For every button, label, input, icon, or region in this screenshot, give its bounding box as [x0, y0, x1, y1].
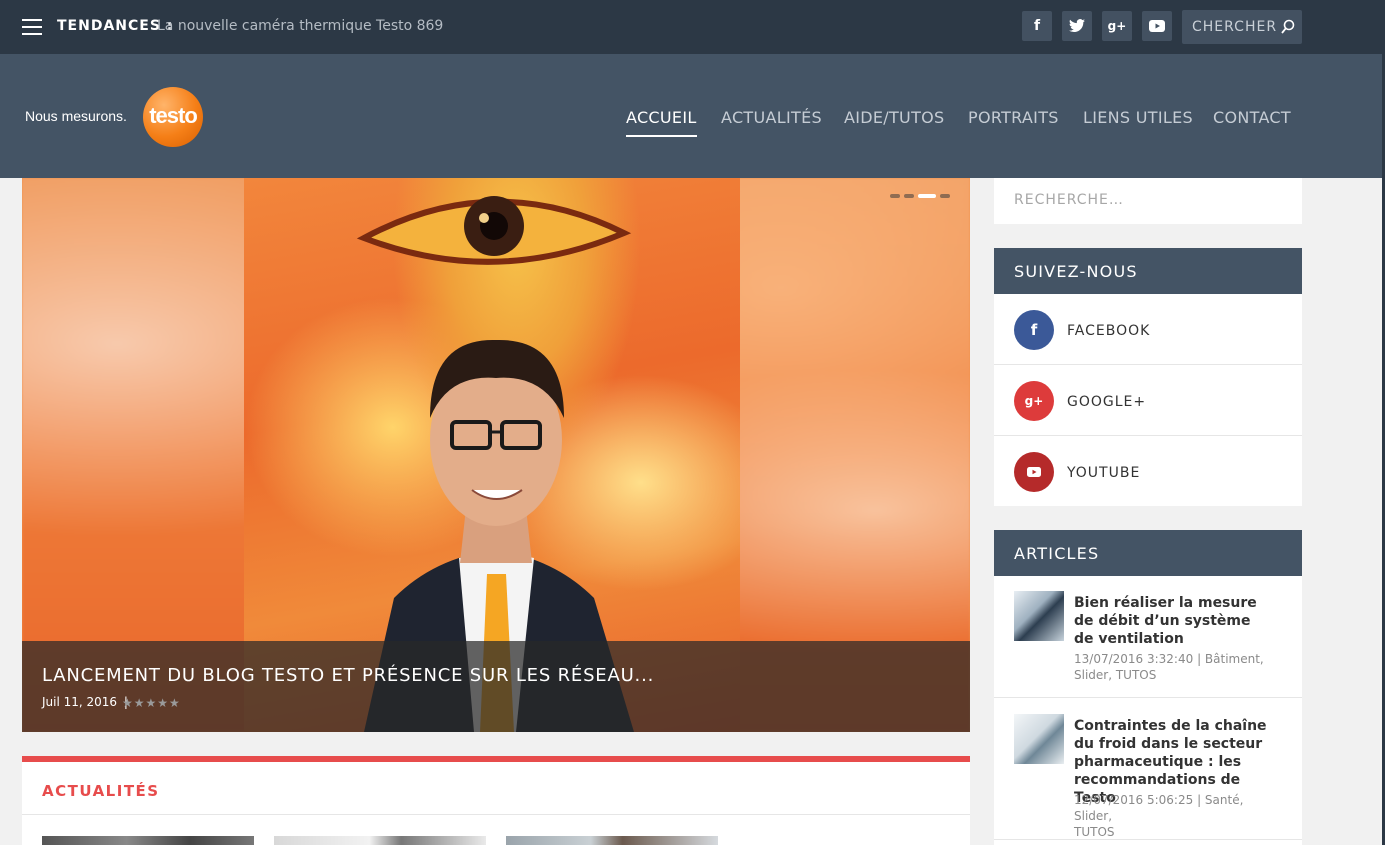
- nav-liens-utiles[interactable]: LIENS UTILES: [1083, 108, 1193, 127]
- slider-dot[interactable]: [940, 194, 950, 198]
- slide-date: Juil 11, 2016: [42, 695, 118, 709]
- news-thumbnail[interactable]: [42, 836, 254, 845]
- divider: [22, 814, 970, 815]
- facebook-icon: f: [1014, 310, 1054, 350]
- main-header: Nous mesurons. testo ACCUEIL ACTUALITÉS …: [0, 54, 1385, 178]
- slider-dot[interactable]: [904, 194, 914, 198]
- news-thumbnail[interactable]: [506, 836, 718, 845]
- follow-widget: SUIVEZ-NOUS f FACEBOOK g+ GOOGLE+ YOUTUB…: [994, 248, 1302, 506]
- slider-dot-active[interactable]: [918, 194, 936, 198]
- divider: [994, 697, 1302, 698]
- trending-link[interactable]: La nouvelle caméra thermique Testo 869: [157, 18, 443, 34]
- slide-title[interactable]: LANCEMENT DU BLOG TESTO ET PRÉSENCE SUR …: [42, 665, 654, 686]
- logo-tagline: Nous mesurons.: [25, 108, 127, 124]
- header-search-input[interactable]: [1192, 18, 1282, 36]
- nav-portraits[interactable]: PORTRAITS: [968, 108, 1059, 127]
- sidebar-search-input[interactable]: [1014, 190, 1274, 210]
- google-plus-icon: g+: [1014, 381, 1054, 421]
- slider-dot[interactable]: [890, 194, 900, 198]
- header-search[interactable]: [1182, 10, 1302, 44]
- follow-widget-title: SUIVEZ-NOUS: [994, 248, 1302, 294]
- divider: [994, 839, 1302, 840]
- nav-accueil[interactable]: ACCUEIL: [626, 108, 697, 137]
- article-thumbnail[interactable]: [1014, 714, 1064, 764]
- follow-label: GOOGLE+: [1067, 394, 1147, 410]
- facebook-icon[interactable]: f: [1022, 11, 1052, 41]
- menu-icon[interactable]: [22, 19, 42, 35]
- slide-caption: LANCEMENT DU BLOG TESTO ET PRÉSENCE SUR …: [22, 641, 970, 732]
- logo-brand: testo: [143, 87, 203, 147]
- follow-facebook[interactable]: f FACEBOOK: [994, 294, 1302, 365]
- slide-meta: Juil 11, 2016 |: [42, 695, 128, 709]
- article-categories[interactable]: Bâtiment,: [1205, 652, 1264, 666]
- article-meta: 12/07/2016 5:06:25 | Santé, Slider, TUTO…: [1074, 793, 1244, 839]
- follow-google-plus[interactable]: g+ GOOGLE+: [994, 365, 1302, 436]
- nav-actualites[interactable]: ACTUALITÉS: [721, 108, 822, 127]
- follow-youtube[interactable]: YOUTUBE: [994, 436, 1302, 507]
- follow-label: YOUTUBE: [1067, 465, 1141, 481]
- article-categories[interactable]: TUTOS: [1074, 825, 1115, 839]
- news-section-title: ACTUALITÉS: [42, 782, 160, 800]
- news-section: ACTUALITÉS: [22, 756, 970, 845]
- featured-slider[interactable]: LANCEMENT DU BLOG TESTO ET PRÉSENCE SUR …: [22, 178, 970, 732]
- article-meta: 13/07/2016 3:32:40 | Bâtiment, Slider, T…: [1074, 652, 1264, 682]
- follow-label: FACEBOOK: [1067, 323, 1151, 339]
- nav-aide-tutos[interactable]: AIDE/TUTOS: [844, 108, 945, 127]
- twitter-icon[interactable]: [1062, 11, 1092, 41]
- sidebar-search-widget: [994, 178, 1302, 224]
- news-thumbnail[interactable]: [274, 836, 486, 845]
- trending-label: TENDANCES :: [57, 18, 174, 34]
- articles-widget: ARTICLES Bien réaliser la mesure de débi…: [994, 530, 1302, 845]
- nav-contact[interactable]: CONTACT: [1213, 108, 1291, 127]
- articles-widget-title: ARTICLES: [994, 530, 1302, 576]
- article-date: 12/07/2016 5:06:25: [1074, 793, 1194, 807]
- youtube-icon[interactable]: [1142, 11, 1172, 41]
- article-date: 13/07/2016 3:32:40: [1074, 652, 1194, 666]
- search-icon[interactable]: [1281, 19, 1295, 35]
- youtube-icon: [1014, 452, 1054, 492]
- top-bar: TENDANCES : La nouvelle caméra thermique…: [0, 0, 1385, 54]
- article-thumbnail[interactable]: [1014, 591, 1064, 641]
- article-categories[interactable]: Slider, TUTOS: [1074, 668, 1156, 682]
- google-plus-icon[interactable]: g+: [1102, 11, 1132, 41]
- article-title[interactable]: Bien réaliser la mesure de débit d’un sy…: [1074, 594, 1274, 648]
- rating-stars: ★★★★★: [122, 696, 181, 710]
